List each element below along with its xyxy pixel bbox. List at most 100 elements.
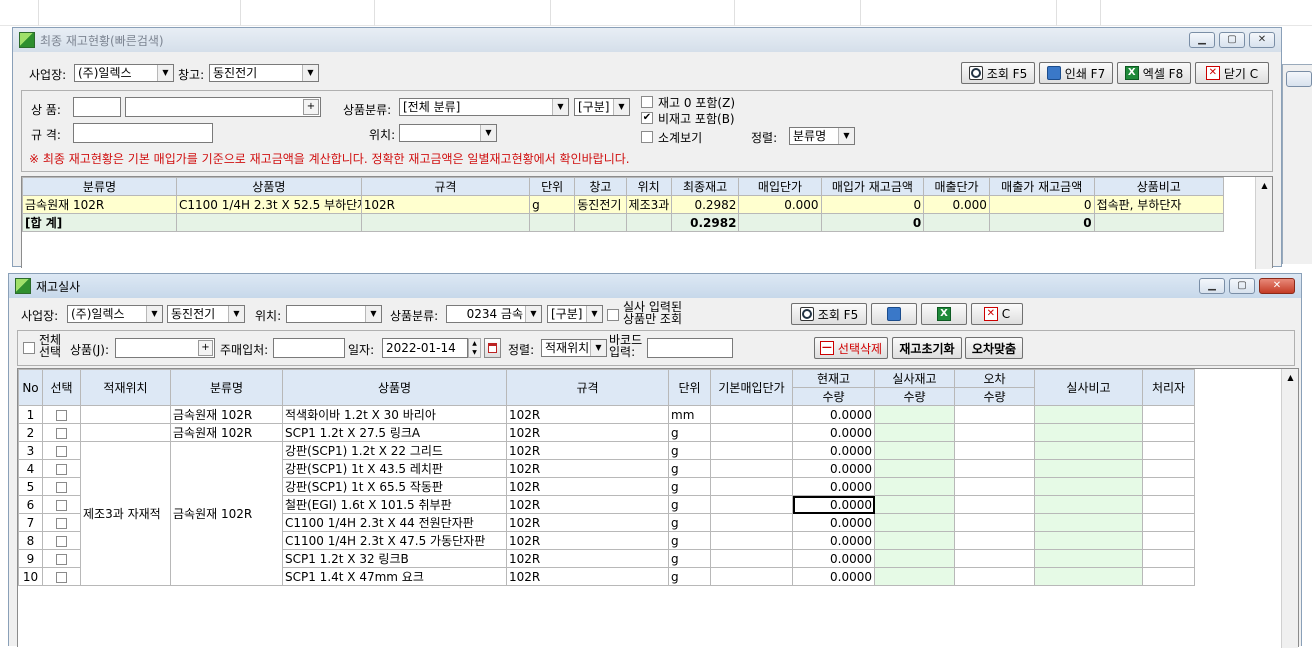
base-price-cell[interactable] xyxy=(710,531,793,550)
title-bar[interactable]: 최종 재고현황(빠른검색) ▁ ▢ ✕ xyxy=(13,28,1281,52)
date-spinner[interactable]: ▲ ▼ xyxy=(468,338,481,358)
error-qty-cell[interactable] xyxy=(954,549,1035,568)
base-price-cell[interactable] xyxy=(710,459,793,478)
table-cell[interactable]: 0 xyxy=(820,195,925,214)
real-qty-cell[interactable] xyxy=(874,567,955,586)
unit-cell[interactable]: g xyxy=(668,459,711,478)
column-header[interactable]: 단위 xyxy=(668,369,711,406)
table-cell[interactable]: 접속판, 부하단자 xyxy=(1093,195,1225,214)
real-note-cell[interactable] xyxy=(1034,567,1143,586)
unit-cell[interactable]: g xyxy=(668,513,711,532)
minimize-icon[interactable]: ▁ xyxy=(1189,32,1215,48)
column-header[interactable]: 오차 xyxy=(954,369,1035,388)
warehouse-select[interactable]: 동진전기 ▼ xyxy=(167,305,245,323)
row-checkbox[interactable] xyxy=(56,481,67,493)
base-price-cell[interactable] xyxy=(710,495,793,514)
warehouse-select[interactable]: 동진전기 ▼ xyxy=(209,64,319,82)
location-cell[interactable] xyxy=(80,423,171,442)
current-qty-cell[interactable]: 0.0000 xyxy=(792,495,875,514)
barcode-input[interactable] xyxy=(647,338,733,358)
spec-cell[interactable]: 102R xyxy=(506,459,669,478)
table-row[interactable]: 금속원재 102R C1100 1/4H 2.3t X 52.5 부하단자 102R… xyxy=(22,195,1225,214)
product-name-cell[interactable]: 강판(SCP1) 1t X 43.5 레치판 xyxy=(282,459,507,478)
product-search-button[interactable]: + xyxy=(198,340,213,356)
row-checkbox[interactable] xyxy=(56,463,67,475)
handler-cell[interactable] xyxy=(1142,477,1195,496)
table-cell[interactable]: 102R xyxy=(360,195,531,214)
spec-cell[interactable]: 102R xyxy=(506,567,669,586)
print-button[interactable]: 인쇄 F7 xyxy=(1039,62,1113,84)
base-price-cell[interactable] xyxy=(710,405,793,424)
column-header[interactable]: 매입가 재고금액 xyxy=(820,177,925,196)
row-select-cell[interactable] xyxy=(42,423,81,442)
location-cell[interactable] xyxy=(80,405,171,424)
row-select-cell[interactable] xyxy=(42,567,81,586)
column-header[interactable]: 상품비고 xyxy=(1093,177,1225,196)
real-note-cell[interactable] xyxy=(1034,531,1143,550)
gubun-select[interactable]: [구분] ▼ xyxy=(547,305,603,323)
column-header[interactable]: 적재위치 xyxy=(80,369,171,406)
base-price-cell[interactable] xyxy=(710,549,793,568)
column-header[interactable]: 분류명 xyxy=(170,369,283,406)
base-price-cell[interactable] xyxy=(710,513,793,532)
column-header[interactable]: 단위 xyxy=(529,177,576,196)
date-input[interactable]: 2022-01-14 xyxy=(382,338,468,358)
error-qty-cell[interactable] xyxy=(954,495,1035,514)
column-header[interactable]: 상품명 xyxy=(175,177,362,196)
category-cell[interactable]: 금속원재 102R xyxy=(170,405,283,424)
column-header[interactable]: 기본매입단가 xyxy=(710,369,793,406)
spec-cell[interactable]: 102R xyxy=(506,423,669,442)
unit-cell[interactable]: g xyxy=(668,549,711,568)
close-icon[interactable]: ✕ xyxy=(1259,278,1295,294)
row-checkbox[interactable] xyxy=(56,571,67,583)
product-name-cell[interactable]: 적색화이바 1.2t X 30 바리아 xyxy=(282,405,507,424)
sort-select[interactable]: 적재위치 ▼ xyxy=(541,339,607,357)
table-cell[interactable]: 금속원재 102R xyxy=(22,195,177,214)
query-button[interactable]: 조회 F5 xyxy=(791,303,867,325)
column-header[interactable]: 규격 xyxy=(506,369,669,406)
column-header[interactable]: 규격 xyxy=(360,177,531,196)
real-qty-cell[interactable] xyxy=(874,513,955,532)
product-name-input[interactable] xyxy=(125,97,321,117)
column-header[interactable]: 처리자 xyxy=(1142,369,1195,406)
subtotal-checkbox[interactable] xyxy=(641,131,653,143)
unit-cell[interactable]: g xyxy=(668,441,711,460)
current-qty-cell[interactable]: 0.0000 xyxy=(792,567,875,586)
product-name-cell[interactable]: SCP1 1.4t X 47mm 요크 xyxy=(282,567,507,586)
delete-selected-button[interactable]: — 선택삭제 xyxy=(814,337,888,359)
close-icon[interactable]: ✕ xyxy=(1249,32,1275,48)
site-select[interactable]: (주)일렉스 ▼ xyxy=(67,305,163,323)
column-header[interactable]: 분류명 xyxy=(22,177,177,196)
row-select-cell[interactable] xyxy=(42,405,81,424)
real-qty-cell[interactable] xyxy=(874,495,955,514)
product-name-cell[interactable]: C1100 1/4H 2.3t X 47.5 가동단자판 xyxy=(282,531,507,550)
current-qty-cell[interactable]: 0.0000 xyxy=(792,513,875,532)
product-name-cell[interactable]: 철판(EGI) 1.6t X 101.5 취부판 xyxy=(282,495,507,514)
real-note-cell[interactable] xyxy=(1034,459,1143,478)
vendor-input[interactable] xyxy=(273,338,345,358)
real-qty-cell[interactable] xyxy=(874,459,955,478)
column-header[interactable]: 실사재고 xyxy=(874,369,955,388)
product-name-cell[interactable]: SCP1 1.2t X 27.5 링크A xyxy=(282,423,507,442)
column-header[interactable]: 매출가 재고금액 xyxy=(988,177,1095,196)
current-qty-cell[interactable]: 0.0000 xyxy=(792,459,875,478)
row-checkbox[interactable] xyxy=(56,535,67,547)
row-checkbox[interactable] xyxy=(56,445,67,457)
real-note-cell[interactable] xyxy=(1034,405,1143,424)
maximize-icon[interactable]: ▢ xyxy=(1229,278,1255,294)
close-button[interactable]: ✕ 닫기 C xyxy=(1195,62,1269,84)
table-row[interactable]: 2 금속원재 102R SCP1 1.2t X 27.5 링크A 102R g 0.000… xyxy=(18,423,1195,442)
location-cell[interactable]: 제조3과 자재적 xyxy=(80,441,171,586)
real-qty-cell[interactable] xyxy=(874,405,955,424)
row-checkbox[interactable] xyxy=(56,427,67,439)
table-cell[interactable]: 제조3과 xyxy=(625,195,672,214)
table-cell[interactable]: C1100 1/4H 2.3t X 52.5 부하단자 xyxy=(175,195,362,214)
product-name-cell[interactable]: 강판(SCP1) 1t X 65.5 작동판 xyxy=(282,477,507,496)
row-select-cell[interactable] xyxy=(42,459,81,478)
base-price-cell[interactable] xyxy=(710,567,793,586)
table-cell[interactable]: 동진전기 xyxy=(574,195,627,214)
current-qty-cell[interactable]: 0.0000 xyxy=(792,549,875,568)
table-cell[interactable]: 0.000 xyxy=(923,195,990,214)
unit-cell[interactable]: mm xyxy=(668,405,711,424)
real-note-cell[interactable] xyxy=(1034,513,1143,532)
